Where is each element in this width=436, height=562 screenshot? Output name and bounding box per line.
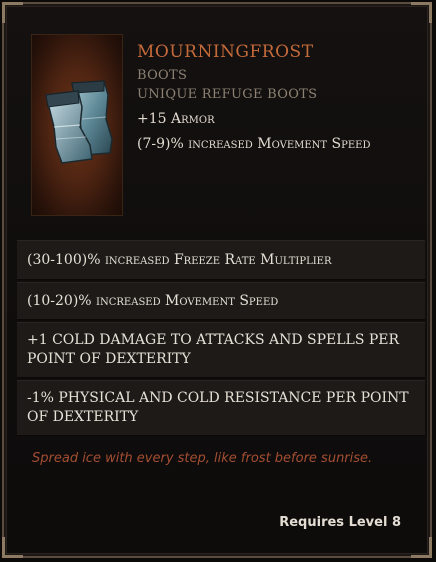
implicit-movement-speed: (7-9)% increased Movement Speed bbox=[137, 136, 371, 152]
item-tooltip: MOURNINGFROST BOOTS UNIQUE REFUGE BOOTS … bbox=[2, 2, 432, 558]
affix-list: (30-100)% increased Freeze Rate Multipli… bbox=[17, 240, 425, 438]
item-name: MOURNINGFROST bbox=[137, 42, 314, 62]
level-requirement: Requires Level 8 bbox=[279, 515, 401, 530]
tooltip-header: MOURNINGFROST BOOTS UNIQUE REFUGE BOOTS … bbox=[4, 4, 430, 229]
item-type: BOOTS bbox=[137, 68, 188, 83]
item-subtype: UNIQUE REFUGE BOOTS bbox=[137, 87, 318, 102]
frame-corner bbox=[411, 537, 432, 558]
item-portrait bbox=[31, 34, 123, 216]
implicit-armor: +15 Armor bbox=[137, 111, 215, 127]
affix-row: (30-100)% increased Freeze Rate Multipli… bbox=[17, 240, 425, 280]
frame-corner bbox=[2, 537, 23, 558]
affix-row: (10-20)% increased Movement Speed bbox=[17, 282, 425, 320]
flavor-text: Spread ice with every step, like frost b… bbox=[32, 451, 373, 466]
ice-boots-icon bbox=[45, 80, 113, 164]
affix-row: +1 COLD DAMAGE TO ATTACKS AND SPELLS PER… bbox=[17, 322, 425, 378]
affix-row: -1% PHYSICAL AND COLD RESISTANCE PER POI… bbox=[17, 380, 425, 436]
